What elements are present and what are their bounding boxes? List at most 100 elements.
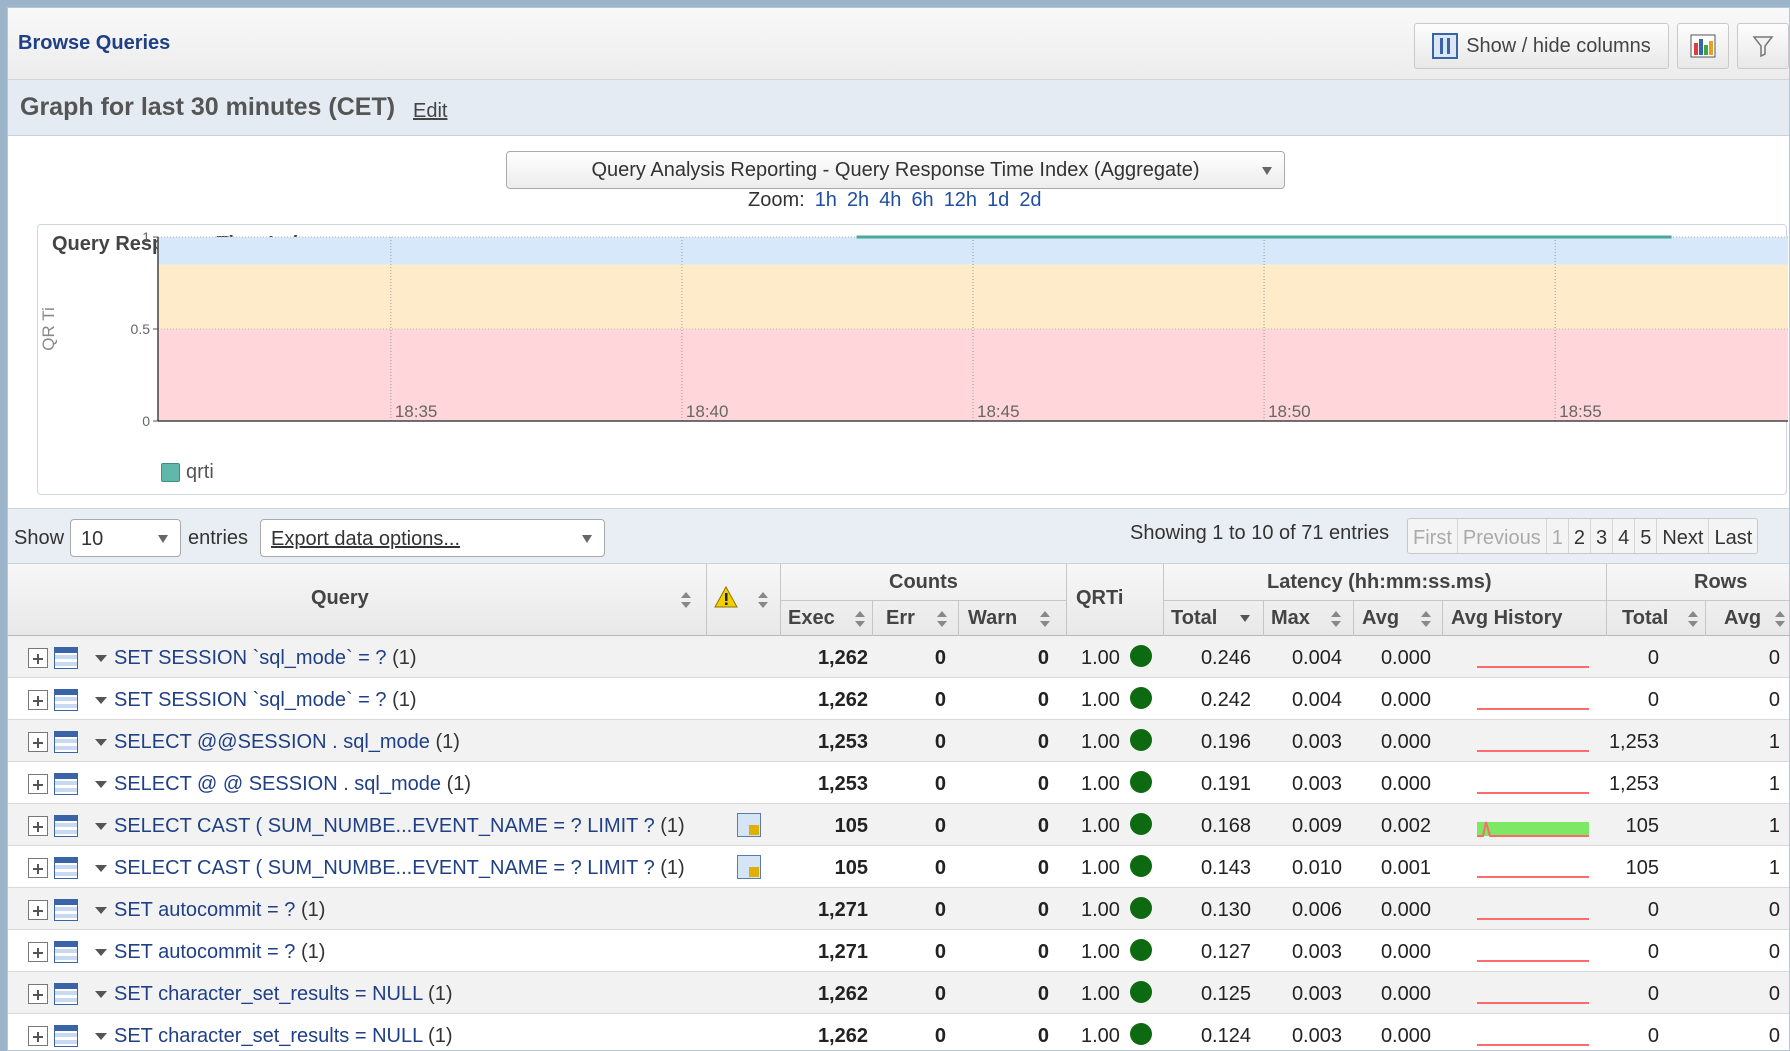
table-row[interactable]: SET SESSION `sql_mode` = ? (1) 1,262 0 0 1.0… <box>8 678 1789 720</box>
pager-page-3[interactable]: 3 <box>1590 519 1614 553</box>
query-link[interactable]: SET autocommit = ? <box>114 941 295 963</box>
pager-last[interactable]: Last <box>1709 519 1758 553</box>
expand-icon[interactable] <box>28 774 48 794</box>
graph-edit-link[interactable]: Edit <box>413 100 447 123</box>
query-details-icon[interactable] <box>54 773 78 795</box>
row-menu-icon[interactable] <box>95 949 107 956</box>
query-link[interactable]: SELECT @ @ SESSION . sql_mode <box>114 773 441 795</box>
zoom-6h[interactable]: 6h <box>911 189 933 212</box>
query-link[interactable]: SET autocommit = ? <box>114 899 295 921</box>
query-text[interactable]: SELECT CAST ( SUM_NUMBE...EVENT_NAME = ?… <box>114 857 685 880</box>
col-qrti[interactable]: QRTi <box>1076 587 1123 610</box>
pager-page-1[interactable]: 1 <box>1546 519 1569 553</box>
sort-icon[interactable] <box>1688 611 1698 627</box>
table-row[interactable]: SET SESSION `sql_mode` = ? (1) 1,262 0 0 1.0… <box>8 636 1789 678</box>
table-row[interactable]: SET character_set_results = NULL (1) 1,26… <box>8 972 1789 1014</box>
query-link[interactable]: SELECT CAST ( SUM_NUMBE...EVENT_NAME = ?… <box>114 815 655 837</box>
sort-icon[interactable] <box>855 611 865 627</box>
pager-page-2[interactable]: 2 <box>1568 519 1591 553</box>
zoom-12h[interactable]: 12h <box>944 189 977 212</box>
query-link[interactable]: SELECT @@SESSION . sql_mode <box>114 731 430 753</box>
expand-icon[interactable] <box>28 816 48 836</box>
query-link[interactable]: SET character_set_results = NULL <box>114 983 422 1005</box>
explain-warning-icon[interactable] <box>737 813 761 837</box>
table-row[interactable]: SELECT @@SESSION . sql_mode (1) 1,253 0 0 1.… <box>8 720 1789 762</box>
row-menu-icon[interactable] <box>95 739 107 746</box>
table-row[interactable]: SELECT CAST ( SUM_NUMBE...EVENT_NAME = ?… <box>8 846 1789 888</box>
col-query[interactable]: Query <box>311 587 369 610</box>
row-menu-icon[interactable] <box>95 865 107 872</box>
pager-previous[interactable]: Previous <box>1457 519 1547 553</box>
zoom-2h[interactable]: 2h <box>847 189 869 212</box>
col-rows-avg[interactable]: Avg <box>1724 607 1761 630</box>
query-details-icon[interactable] <box>54 731 78 753</box>
row-menu-icon[interactable] <box>95 991 107 998</box>
row-menu-icon[interactable] <box>95 823 107 830</box>
pager-first[interactable]: First <box>1408 519 1458 553</box>
zoom-1d[interactable]: 1d <box>987 189 1009 212</box>
col-latency-total[interactable]: Total <box>1171 607 1217 630</box>
query-details-icon[interactable] <box>54 689 78 711</box>
sort-icon[interactable] <box>681 592 691 608</box>
filter-button[interactable] <box>1737 23 1789 69</box>
pager-next[interactable]: Next <box>1657 519 1710 553</box>
query-details-icon[interactable] <box>54 1025 78 1047</box>
show-hide-columns-button[interactable]: Show / hide columns <box>1414 23 1669 69</box>
col-latency-max[interactable]: Max <box>1271 607 1310 630</box>
col-exec[interactable]: Exec <box>788 607 835 630</box>
explain-warning-icon[interactable] <box>737 855 761 879</box>
sort-icon[interactable] <box>1775 611 1785 627</box>
query-link[interactable]: SET character_set_results = NULL <box>114 1025 422 1047</box>
query-details-icon[interactable] <box>54 857 78 879</box>
expand-icon[interactable] <box>28 648 48 668</box>
col-latency-avg[interactable]: Avg <box>1362 607 1399 630</box>
col-warn[interactable]: Warn <box>968 607 1017 630</box>
query-link[interactable]: SELECT CAST ( SUM_NUMBE...EVENT_NAME = ?… <box>114 857 655 879</box>
query-text[interactable]: SET SESSION `sql_mode` = ? (1) <box>114 647 417 670</box>
pager-page-4[interactable]: 4 <box>1613 519 1636 553</box>
sort-desc-icon[interactable] <box>1240 615 1250 622</box>
sort-icon[interactable] <box>1040 611 1050 627</box>
sort-icon[interactable] <box>937 611 947 627</box>
zoom-4h[interactable]: 4h <box>879 189 901 212</box>
row-menu-icon[interactable] <box>95 781 107 788</box>
query-details-icon[interactable] <box>54 983 78 1005</box>
row-menu-icon[interactable] <box>95 697 107 704</box>
expand-icon[interactable] <box>28 942 48 962</box>
col-rows-total[interactable]: Total <box>1622 607 1668 630</box>
sort-icon[interactable] <box>758 592 768 608</box>
expand-icon[interactable] <box>28 900 48 920</box>
query-details-icon[interactable] <box>54 899 78 921</box>
query-text[interactable]: SET SESSION `sql_mode` = ? (1) <box>114 689 417 712</box>
table-row[interactable]: SET autocommit = ? (1) 1,271 0 0 1.00 0.127 0.… <box>8 930 1789 972</box>
expand-icon[interactable] <box>28 984 48 1004</box>
expand-icon[interactable] <box>28 858 48 878</box>
export-select[interactable]: Export data options... <box>260 519 605 557</box>
zoom-2d[interactable]: 2d <box>1019 189 1041 212</box>
sort-icon[interactable] <box>1331 611 1341 627</box>
query-details-icon[interactable] <box>54 647 78 669</box>
query-text[interactable]: SET character_set_results = NULL (1) <box>114 1025 453 1048</box>
table-row[interactable]: SELECT CAST ( SUM_NUMBE...EVENT_NAME = ?… <box>8 804 1789 846</box>
query-details-icon[interactable] <box>54 815 78 837</box>
chart-toggle-button[interactable] <box>1677 23 1729 69</box>
table-row[interactable]: SET autocommit = ? (1) 1,271 0 0 1.00 0.130 0.… <box>8 888 1789 930</box>
expand-icon[interactable] <box>28 732 48 752</box>
col-err[interactable]: Err <box>886 607 915 630</box>
sort-icon[interactable] <box>1421 611 1431 627</box>
row-menu-icon[interactable] <box>95 907 107 914</box>
query-text[interactable]: SELECT CAST ( SUM_NUMBE...EVENT_NAME = ?… <box>114 815 685 838</box>
pager-page-5[interactable]: 5 <box>1635 519 1658 553</box>
zoom-1h[interactable]: 1h <box>815 189 837 212</box>
graph-selector[interactable]: Query Analysis Reporting - Query Respons… <box>506 151 1285 189</box>
query-link[interactable]: SET SESSION `sql_mode` = ? <box>114 689 387 711</box>
query-text[interactable]: SET character_set_results = NULL (1) <box>114 983 453 1006</box>
query-link[interactable]: SET SESSION `sql_mode` = ? <box>114 647 387 669</box>
expand-icon[interactable] <box>28 1026 48 1046</box>
query-text[interactable]: SELECT @ @ SESSION . sql_mode (1) <box>114 773 471 796</box>
expand-icon[interactable] <box>28 690 48 710</box>
query-text[interactable]: SET autocommit = ? (1) <box>114 941 325 964</box>
query-text[interactable]: SELECT @@SESSION . sql_mode (1) <box>114 731 460 754</box>
table-row[interactable]: SELECT @ @ SESSION . sql_mode (1) 1,253 0 0… <box>8 762 1789 804</box>
query-details-icon[interactable] <box>54 941 78 963</box>
